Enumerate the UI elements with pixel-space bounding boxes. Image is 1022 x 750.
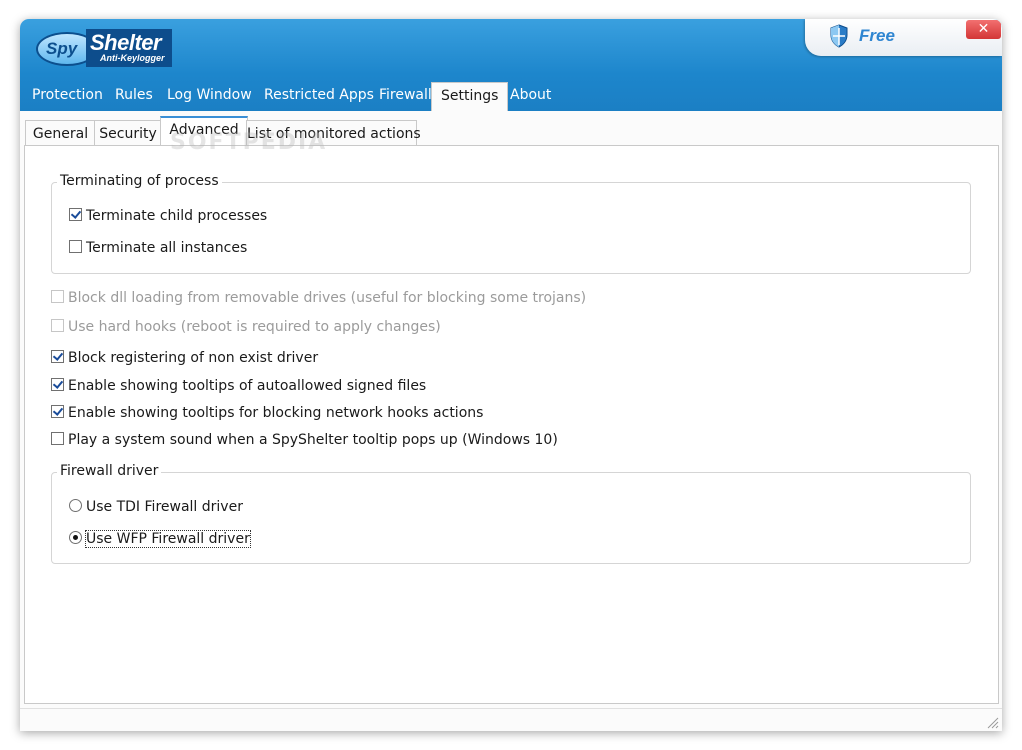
terminate-all-checkbox[interactable] xyxy=(69,240,82,253)
block-dll-option: Block dll loading from removable drives … xyxy=(51,290,586,306)
tab-general[interactable]: General xyxy=(25,120,96,147)
nav-protection[interactable]: Protection xyxy=(32,82,103,109)
logo-spy-text: Spy xyxy=(46,39,78,58)
wfp-driver-radio[interactable] xyxy=(69,531,82,544)
hard-hooks-option: Use hard hooks (reboot is required to ap… xyxy=(51,319,441,335)
system-sound-label: Play a system sound when a SpyShelter to… xyxy=(68,432,558,448)
tdi-driver-radio[interactable] xyxy=(69,499,82,512)
resize-grip-icon[interactable] xyxy=(987,717,999,729)
block-dll-checkbox xyxy=(51,290,64,303)
tooltips-signed-label: Enable showing tooltips of autoallowed s… xyxy=(68,378,427,394)
tooltips-network-label: Enable showing tooltips for blocking net… xyxy=(68,405,484,421)
edition-label: Free xyxy=(859,26,895,45)
watermark-text: SOFTPEDIA xyxy=(170,130,328,155)
terminate-child-checkbox[interactable] xyxy=(69,208,82,221)
terminate-child-label: Terminate child processes xyxy=(86,208,268,224)
advanced-settings-panel: Terminating of process Terminate child p… xyxy=(24,145,999,704)
tdi-driver-option[interactable]: Use TDI Firewall driver xyxy=(69,499,243,515)
firewall-driver-group: Firewall driver Use TDI Firewall driver … xyxy=(51,463,971,564)
nav-about[interactable]: About xyxy=(510,82,551,109)
nav-settings[interactable]: Settings xyxy=(431,82,509,111)
wfp-driver-option[interactable]: Use WFP Firewall driver xyxy=(69,530,251,548)
nav-rules[interactable]: Rules xyxy=(115,82,153,109)
terminating-legend: Terminating of process xyxy=(57,173,222,189)
tdi-driver-label: Use TDI Firewall driver xyxy=(86,499,243,515)
block-registering-label: Block registering of non exist driver xyxy=(68,350,319,366)
logo-shelter-box: Shelter Anti-Keylogger xyxy=(86,29,172,67)
tooltips-network-option[interactable]: Enable showing tooltips for blocking net… xyxy=(51,405,483,421)
terminate-all-label: Terminate all instances xyxy=(86,240,248,256)
app-window: Spy Shelter Anti-Keylogger Free ✕ Protec… xyxy=(20,19,1002,731)
wfp-driver-label: Use WFP Firewall driver xyxy=(85,530,251,548)
terminating-group: Terminating of process Terminate child p… xyxy=(51,173,971,274)
tooltips-network-checkbox[interactable] xyxy=(51,405,64,418)
firewall-driver-legend: Firewall driver xyxy=(57,463,162,479)
spyshelter-logo: Spy Shelter Anti-Keylogger xyxy=(36,29,176,67)
nav-restricted-apps[interactable]: Restricted Apps xyxy=(264,82,374,109)
block-dll-label: Block dll loading from removable drives … xyxy=(68,290,587,306)
shield-icon xyxy=(830,24,848,48)
status-bar xyxy=(20,708,1002,731)
system-sound-option[interactable]: Play a system sound when a SpyShelter to… xyxy=(51,432,558,448)
logo-tagline: Anti-Keylogger xyxy=(100,53,165,63)
block-registering-option[interactable]: Block registering of non exist driver xyxy=(51,350,318,366)
system-sound-checkbox[interactable] xyxy=(51,432,64,445)
block-registering-checkbox[interactable] xyxy=(51,350,64,363)
header-bar: Spy Shelter Anti-Keylogger Free ✕ Protec… xyxy=(20,19,1002,111)
nav-log-window[interactable]: Log Window xyxy=(167,82,252,109)
terminate-child-option[interactable]: Terminate child processes xyxy=(69,208,267,224)
terminate-all-option[interactable]: Terminate all instances xyxy=(69,240,247,256)
tooltips-signed-option[interactable]: Enable showing tooltips of autoallowed s… xyxy=(51,378,426,394)
hard-hooks-checkbox xyxy=(51,319,64,332)
nav-firewall[interactable]: Firewall xyxy=(379,82,432,109)
tooltips-signed-checkbox[interactable] xyxy=(51,378,64,391)
hard-hooks-label: Use hard hooks (reboot is required to ap… xyxy=(68,319,441,335)
tab-security[interactable]: Security xyxy=(94,120,162,147)
close-button[interactable]: ✕ xyxy=(966,20,1001,39)
